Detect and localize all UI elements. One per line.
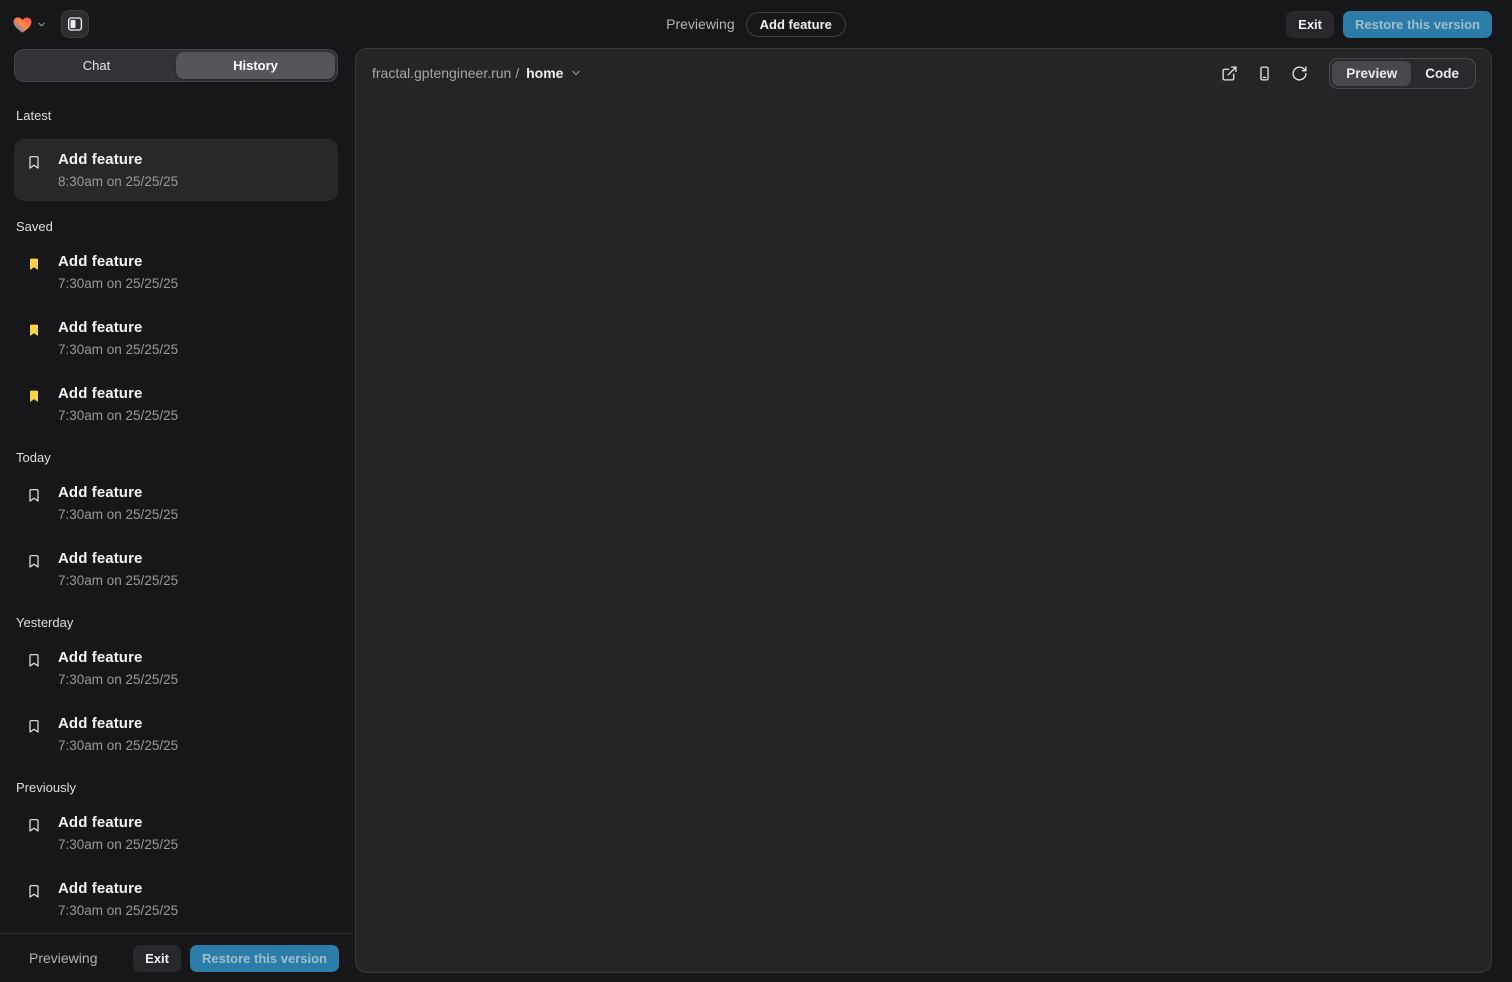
footer-exit-button[interactable]: Exit [133,945,181,972]
chat-history-tabs: ChatHistory [14,49,338,82]
history-item[interactable]: Add feature 7:30am on 25/25/25 [14,475,338,531]
top-bar: Previewing Add feature Exit Restore this… [0,0,1512,48]
preview-header: fractal.gptengineer.run / home [356,49,1491,97]
bookmark-filled-icon [26,256,42,272]
version-history-list: Latest Add feature 8:30am on 25/25/25 Saved… [14,90,338,933]
history-item[interactable]: Add feature 7:30am on 25/25/25 [14,541,338,597]
footer-previewing-label: Previewing [29,950,97,966]
section-title: Previously [16,780,336,795]
bookmark-icon [26,883,42,899]
history-item-timestamp: 7:30am on 25/25/25 [58,408,178,423]
open-in-new-tab-button[interactable] [1215,59,1243,87]
history-item-timestamp: 7:30am on 25/25/25 [58,342,178,357]
restore-version-button[interactable]: Restore this version [1343,11,1492,38]
bookmark-icon [26,553,42,569]
sidebar-footer: Previewing Exit Restore this version [0,933,352,982]
history-item-title: Add feature [58,151,178,168]
tab-code[interactable]: Code [1411,61,1473,86]
preview-url-domain: fractal.gptengineer.run / [372,65,519,81]
mobile-view-icon [1256,65,1273,82]
lovable-heart-logo-icon [12,14,33,35]
tab-preview[interactable]: Preview [1332,61,1411,86]
history-item-title: Add feature [58,715,178,732]
preview-iframe-area [356,97,1491,972]
exit-button[interactable]: Exit [1286,11,1334,38]
version-badge[interactable]: Add feature [746,12,846,37]
section-title: Today [16,450,336,465]
section-title: Yesterday [16,615,336,630]
chevron-down-icon [36,19,47,30]
preview-url-page: home [526,65,563,81]
refresh-icon [1291,65,1308,82]
bookmark-icon [26,718,42,734]
history-item[interactable]: Add feature 7:30am on 25/25/25 [14,310,338,366]
bookmark-icon [26,652,42,668]
preview-url-selector[interactable]: fractal.gptengineer.run / home [372,65,582,81]
tab-chat[interactable]: Chat [17,52,176,79]
section-title: Latest [16,108,336,123]
history-item[interactable]: Add feature 8:30am on 25/25/25 [14,139,338,201]
history-item-title: Add feature [58,814,178,831]
history-item-title: Add feature [58,649,178,666]
bookmark-icon [26,154,42,170]
history-item[interactable]: Add feature 7:30am on 25/25/25 [14,706,338,762]
history-item-title: Add feature [58,484,178,501]
history-item-title: Add feature [58,319,178,336]
history-item[interactable]: Add feature 7:30am on 25/25/25 [14,805,338,861]
bookmark-filled-icon [26,322,42,338]
history-item-title: Add feature [58,880,178,897]
history-item-timestamp: 7:30am on 25/25/25 [58,507,178,522]
refresh-button[interactable] [1285,59,1313,87]
preview-panel: fractal.gptengineer.run / home [355,48,1492,973]
history-item[interactable]: Add feature 7:30am on 25/25/25 [14,640,338,696]
history-item-title: Add feature [58,385,178,402]
history-item[interactable]: Add feature 7:30am on 25/25/25 [14,376,338,432]
preview-code-toggle: PreviewCode [1329,58,1476,89]
bookmark-filled-icon [26,388,42,404]
history-sidebar: ChatHistory Latest Add feature 8:30am on 2… [0,48,352,982]
history-item-title: Add feature [58,253,178,270]
history-item-timestamp: 7:30am on 25/25/25 [58,738,178,753]
sidebar-toggle-button[interactable] [61,10,89,38]
history-item-timestamp: 7:30am on 25/25/25 [58,276,178,291]
history-item-title: Add feature [58,550,178,567]
history-item[interactable]: Add feature 7:30am on 25/25/25 [14,244,338,300]
section-title: Saved [16,219,336,234]
previewing-status-label: Previewing [666,16,734,32]
sidebar-panel-icon [66,15,84,33]
history-item-timestamp: 7:30am on 25/25/25 [58,903,178,918]
history-item[interactable]: Add feature 7:30am on 25/25/25 [14,871,338,927]
open-in-new-tab-icon [1221,65,1238,82]
footer-restore-version-button[interactable]: Restore this version [190,945,339,972]
history-item-timestamp: 7:30am on 25/25/25 [58,573,178,588]
tab-history[interactable]: History [176,52,335,79]
bookmark-icon [26,817,42,833]
mobile-view-button[interactable] [1250,59,1278,87]
workspace-menu-button[interactable] [12,14,47,35]
history-item-timestamp: 7:30am on 25/25/25 [58,672,178,687]
chevron-down-icon [570,67,582,79]
bookmark-icon [26,487,42,503]
history-item-timestamp: 7:30am on 25/25/25 [58,837,178,852]
history-item-timestamp: 8:30am on 25/25/25 [58,174,178,189]
